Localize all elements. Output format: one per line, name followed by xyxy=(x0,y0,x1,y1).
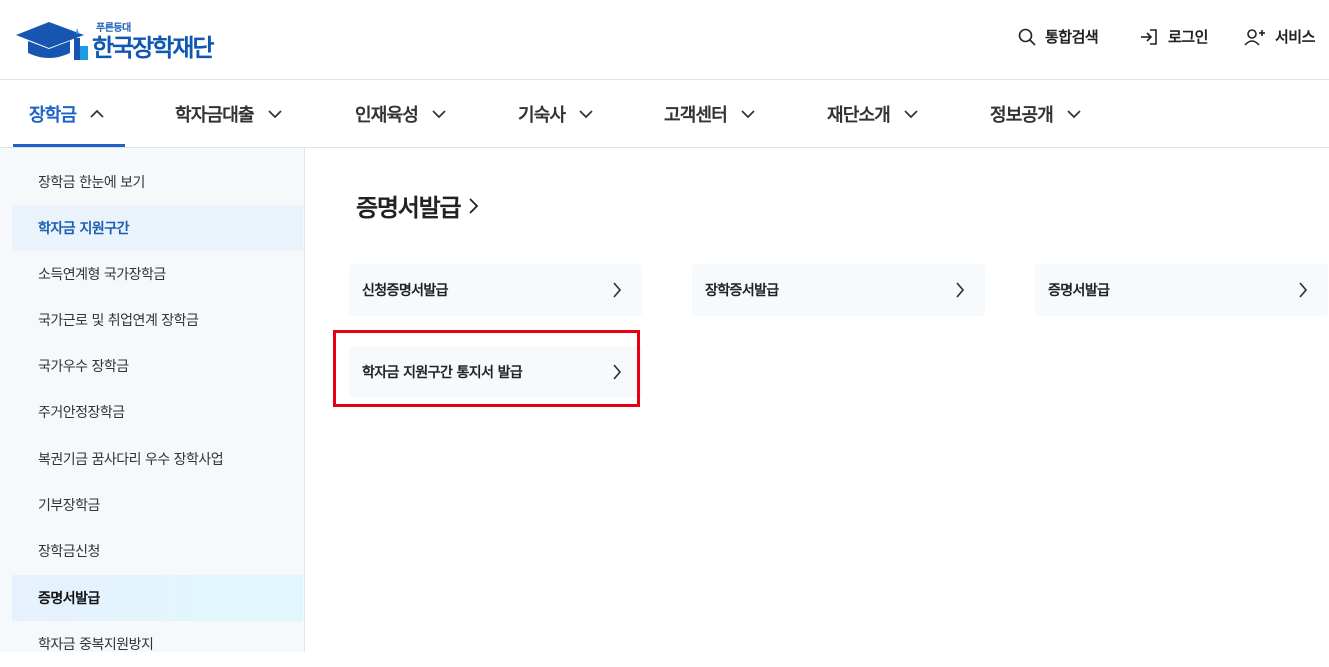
site-header: 푸른등대 한국장학재단 통합검색 로그인 서비스 xyxy=(0,0,1329,80)
page-title: 증명서발급 xyxy=(356,188,480,223)
chevron-down-icon xyxy=(268,109,282,118)
chevron-right-icon xyxy=(1299,282,1308,298)
login-label: 로그인 xyxy=(1168,28,1208,46)
sidebar-item-donation[interactable]: 기부장학금 xyxy=(12,482,303,528)
search-icon xyxy=(1018,28,1036,46)
card-label: 증명서발급 xyxy=(1048,283,1110,299)
card-application-certificate[interactable]: 신청증명서발급 xyxy=(349,264,642,316)
card-certificate[interactable]: 증명서발급 xyxy=(1035,264,1328,316)
sidebar-item-support-bracket[interactable]: 학자금 지원구간 xyxy=(12,205,303,251)
sidebar-item-lottery-fund[interactable]: 복권기금 꿈사다리 우수 장학사업 xyxy=(12,436,303,482)
chevron-right-icon xyxy=(613,282,622,298)
logo-title: 한국장학재단 xyxy=(92,34,214,62)
gnb-label: 재단소개 xyxy=(827,104,891,126)
gnb-item-student-loan[interactable]: 학자금대출 xyxy=(175,80,282,147)
service-label: 서비스 xyxy=(1275,28,1315,46)
site-logo[interactable]: 푸른등대 한국장학재단 xyxy=(16,16,214,62)
chevron-right-icon xyxy=(956,282,965,298)
graduation-cap-logo-icon xyxy=(16,16,90,62)
gnb-item-about[interactable]: 재단소개 xyxy=(827,80,918,147)
gnb-item-talent[interactable]: 인재육성 xyxy=(355,80,446,147)
login-link[interactable]: 로그인 xyxy=(1139,26,1208,47)
gnb-label: 장학금 xyxy=(29,104,77,126)
integrated-search-link[interactable]: 통합검색 xyxy=(1018,26,1099,47)
sidebar-item-work-study[interactable]: 국가근로 및 취업연계 장학금 xyxy=(12,297,303,343)
gnb-label: 학자금대출 xyxy=(175,104,255,126)
sidebar-item-housing[interactable]: 주거안정장학금 xyxy=(12,389,303,435)
chevron-up-icon xyxy=(90,109,104,118)
gnb-item-disclosure[interactable]: 정보공개 xyxy=(990,80,1081,147)
gnb-item-dormitory[interactable]: 기숙사 xyxy=(518,80,593,147)
sidebar-item-apply[interactable]: 장학금신청 xyxy=(12,528,303,574)
sidebar-item-certificate[interactable]: 증명서발급 xyxy=(12,575,303,621)
sidebar-item-overview[interactable]: 장학금 한눈에 보기 xyxy=(12,159,303,205)
card-scholarship-certificate[interactable]: 장학증서발급 xyxy=(692,264,985,316)
chevron-down-icon xyxy=(579,109,593,118)
card-label: 신청증명서발급 xyxy=(362,283,449,299)
gnb-label: 고객센터 xyxy=(664,104,728,126)
highlight-box xyxy=(333,330,640,407)
chevron-down-icon xyxy=(1067,109,1081,118)
integrated-search-label: 통합검색 xyxy=(1045,28,1099,46)
user-plus-icon xyxy=(1244,28,1265,46)
sidebar-item-national-excellence[interactable]: 국가우수 장학금 xyxy=(12,343,303,389)
logo-subtitle: 푸른등대 xyxy=(96,23,131,34)
service-link[interactable]: 서비스 xyxy=(1244,26,1315,47)
gnb-label: 기숙사 xyxy=(518,104,566,126)
sidebar-item-income-linked[interactable]: 소득연계형 국가장학금 xyxy=(12,251,303,297)
page-title-text: 증명서발급 xyxy=(356,194,462,222)
chevron-right-icon xyxy=(469,197,479,214)
global-navigation: 장학금 학자금대출 인재육성 기숙사 고객센터 재단소개 정보공개 xyxy=(0,80,1329,148)
card-label: 장학증서발급 xyxy=(705,283,779,299)
sidebar-item-duplicate-prevention[interactable]: 학자금 중복지원방지 xyxy=(12,621,303,667)
gnb-item-scholarship[interactable]: 장학금 xyxy=(13,80,125,147)
gnb-label: 정보공개 xyxy=(990,104,1054,126)
sidebar: 장학금 한눈에 보기 학자금 지원구간 소득연계형 국가장학금 국가근로 및 취… xyxy=(0,148,305,653)
login-icon xyxy=(1141,28,1157,45)
gnb-item-customer-center[interactable]: 고객센터 xyxy=(664,80,755,147)
chevron-down-icon xyxy=(741,109,755,118)
gnb-label: 인재육성 xyxy=(355,104,419,126)
chevron-down-icon xyxy=(432,109,446,118)
chevron-down-icon xyxy=(904,109,918,118)
